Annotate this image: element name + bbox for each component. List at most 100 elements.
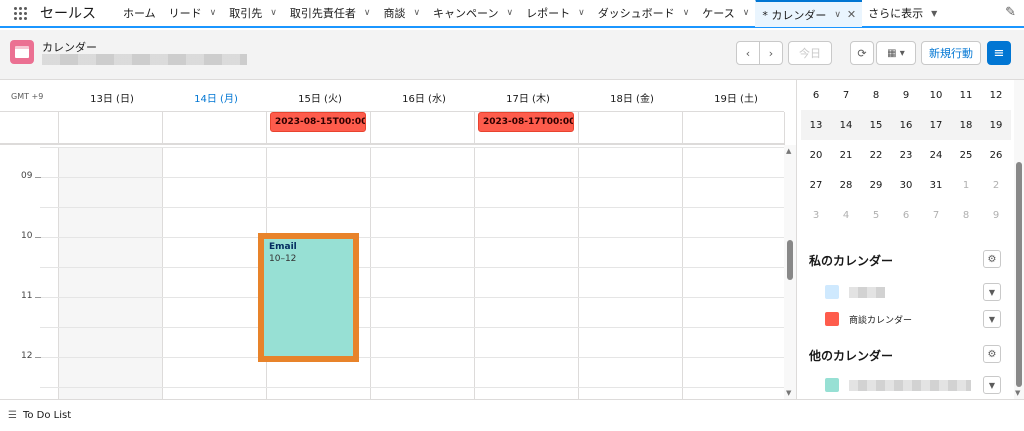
refresh-button[interactable]: ⟳ <box>850 41 874 65</box>
mini-calendar-day[interactable]: 8 <box>861 90 891 101</box>
mini-calendar-day[interactable]: 6 <box>891 210 921 221</box>
day-column-header[interactable]: 19日 (土) <box>684 90 788 105</box>
calendar-options-dropdown[interactable]: ▼ <box>983 376 1001 394</box>
mini-calendar-day[interactable]: 28 <box>831 180 861 191</box>
scroll-thumb[interactable] <box>787 240 793 280</box>
new-event-button[interactable]: 新規行動 <box>921 41 981 65</box>
chevron-down-icon[interactable]: ∨ <box>578 8 585 18</box>
mini-calendar-day[interactable]: 13 <box>801 120 831 131</box>
edit-nav-pencil-icon[interactable]: ✎ <box>1005 5 1016 20</box>
calendar-options-dropdown[interactable]: ▼ <box>983 310 1001 328</box>
nav-tab[interactable]: ホーム <box>116 0 162 27</box>
previous-week-button[interactable]: ‹ <box>736 41 760 65</box>
all-day-row[interactable] <box>0 112 785 145</box>
day-column-header[interactable]: 17日 (木) <box>476 90 580 105</box>
mini-calendar-day[interactable]: 20 <box>801 150 831 161</box>
mini-calendar-day[interactable]: 21 <box>831 150 861 161</box>
chevron-down-icon[interactable]: ∨ <box>413 8 420 18</box>
day-column-header[interactable]: 15日 (火) <box>268 90 372 105</box>
calendar-list-item[interactable]: 商談カレンダー <box>825 311 912 327</box>
mini-calendar-day[interactable]: 9 <box>891 90 921 101</box>
nav-tab[interactable]: キャンペーン ∨ <box>426 0 519 27</box>
calendar-view-dropdown[interactable]: ▦ ▾ <box>876 41 916 65</box>
mini-calendar-day[interactable]: 11 <box>951 90 981 101</box>
mini-calendar-day[interactable]: 25 <box>951 150 981 161</box>
chevron-down-icon[interactable]: ∨ <box>364 8 371 18</box>
app-launcher-button[interactable] <box>0 0 40 27</box>
today-button[interactable]: 今日 <box>788 41 832 65</box>
scroll-up-icon[interactable]: ▲ <box>786 147 791 155</box>
calendar-list-item[interactable] <box>825 284 885 300</box>
time-grid[interactable]: 09 10 11 12 <box>0 147 784 399</box>
nav-tab[interactable]: ケース ∨ <box>695 0 755 27</box>
chevron-down-icon[interactable]: ∨ <box>834 10 841 20</box>
mini-calendar-day[interactable]: 7 <box>831 90 861 101</box>
mini-calendar-day[interactable]: 23 <box>891 150 921 161</box>
mini-calendar-week: 6 7 8 9 10 11 12 <box>801 80 1011 110</box>
day-column-header[interactable]: 14日 (月) <box>164 90 268 105</box>
mini-calendar-day[interactable]: 8 <box>951 210 981 221</box>
all-day-event[interactable]: 2023-08-17T00:00:... <box>478 112 574 132</box>
nav-tab[interactable]: レポート ∨ <box>519 0 591 27</box>
menu-icon: ≡ <box>993 45 1005 61</box>
side-panel-scrollbar[interactable]: ▼ <box>1014 80 1024 399</box>
mini-calendar-day[interactable]: 1 <box>951 180 981 191</box>
mini-calendar-day[interactable]: 6 <box>801 90 831 101</box>
nav-more-button[interactable]: さらに表示 ▼ <box>862 0 943 27</box>
calendar-event[interactable]: Email 10–12 <box>258 233 359 362</box>
nav-tab[interactable]: リード ∨ <box>162 0 223 27</box>
mini-calendar-day[interactable]: 2 <box>981 180 1011 191</box>
tab-calendar[interactable]: * カレンダー ∨ ✕ <box>755 0 863 27</box>
calendar-list-item[interactable] <box>825 377 971 393</box>
other-calendars-settings-button[interactable]: ⚙ <box>983 345 1001 363</box>
mini-calendar-day[interactable]: 10 <box>921 90 951 101</box>
todo-list-icon[interactable]: ☰ <box>8 410 17 421</box>
half-hour-line <box>40 177 784 178</box>
chevron-down-icon[interactable]: ∨ <box>210 8 217 18</box>
mini-calendar-day[interactable]: 19 <box>981 120 1011 131</box>
mini-calendar-day[interactable]: 22 <box>861 150 891 161</box>
mini-calendar-day[interactable]: 14 <box>831 120 861 131</box>
close-icon[interactable]: ✕ <box>847 8 856 21</box>
mini-calendar-day[interactable]: 30 <box>891 180 921 191</box>
mini-calendar-day[interactable]: 24 <box>921 150 951 161</box>
mini-calendar-day[interactable]: 5 <box>861 210 891 221</box>
chevron-down-icon[interactable]: ∨ <box>270 8 277 18</box>
nav-tab[interactable]: ダッシュボード ∨ <box>591 0 696 27</box>
column-divider <box>474 112 475 145</box>
mini-calendar-day[interactable]: 3 <box>801 210 831 221</box>
mini-calendar-day[interactable]: 29 <box>861 180 891 191</box>
day-column-header[interactable]: 16日 (水) <box>372 90 476 105</box>
nav-tab[interactable]: 商談 ∨ <box>376 0 426 27</box>
chevron-down-icon[interactable]: ∨ <box>683 8 690 18</box>
todo-list-button[interactable]: To Do List <box>23 410 71 421</box>
scroll-down-icon[interactable]: ▼ <box>786 389 791 397</box>
mini-calendar-day[interactable]: 9 <box>981 210 1011 221</box>
calendar-options-dropdown[interactable]: ▼ <box>983 283 1001 301</box>
mini-calendar-day[interactable]: 7 <box>921 210 951 221</box>
scroll-thumb[interactable] <box>1016 162 1022 387</box>
all-day-event[interactable]: 2023-08-15T00:00:... <box>270 112 366 132</box>
mini-calendar-day[interactable]: 26 <box>981 150 1011 161</box>
nav-more-label: さらに表示 <box>868 7 924 20</box>
nav-tab-label: 取引先責任者 <box>289 7 356 20</box>
scroll-down-icon[interactable]: ▼ <box>1015 389 1020 397</box>
nav-tab[interactable]: 取引先責任者 ∨ <box>283 0 377 27</box>
mini-calendar-day[interactable]: 27 <box>801 180 831 191</box>
chevron-down-icon[interactable]: ∨ <box>507 8 514 18</box>
mini-calendar-day[interactable]: 4 <box>831 210 861 221</box>
chevron-down-icon[interactable]: ∨ <box>743 8 750 18</box>
day-column-header[interactable]: 13日 (日) <box>60 90 164 105</box>
mini-calendar-day[interactable]: 17 <box>921 120 951 131</box>
mini-calendar-day[interactable]: 12 <box>981 90 1011 101</box>
nav-tab[interactable]: 取引先 ∨ <box>222 0 283 27</box>
day-column-header[interactable]: 18日 (金) <box>580 90 684 105</box>
mini-calendar-day[interactable]: 31 <box>921 180 951 191</box>
mini-calendar-day[interactable]: 15 <box>861 120 891 131</box>
mini-calendar-day[interactable]: 18 <box>951 120 981 131</box>
mini-calendar-day[interactable]: 16 <box>891 120 921 131</box>
next-week-button[interactable]: › <box>759 41 783 65</box>
my-calendars-settings-button[interactable]: ⚙ <box>983 250 1001 268</box>
calendar-scrollbar[interactable]: ▲ ▼ <box>784 145 796 399</box>
side-panel-toggle-button[interactable]: ≡ <box>987 41 1011 65</box>
